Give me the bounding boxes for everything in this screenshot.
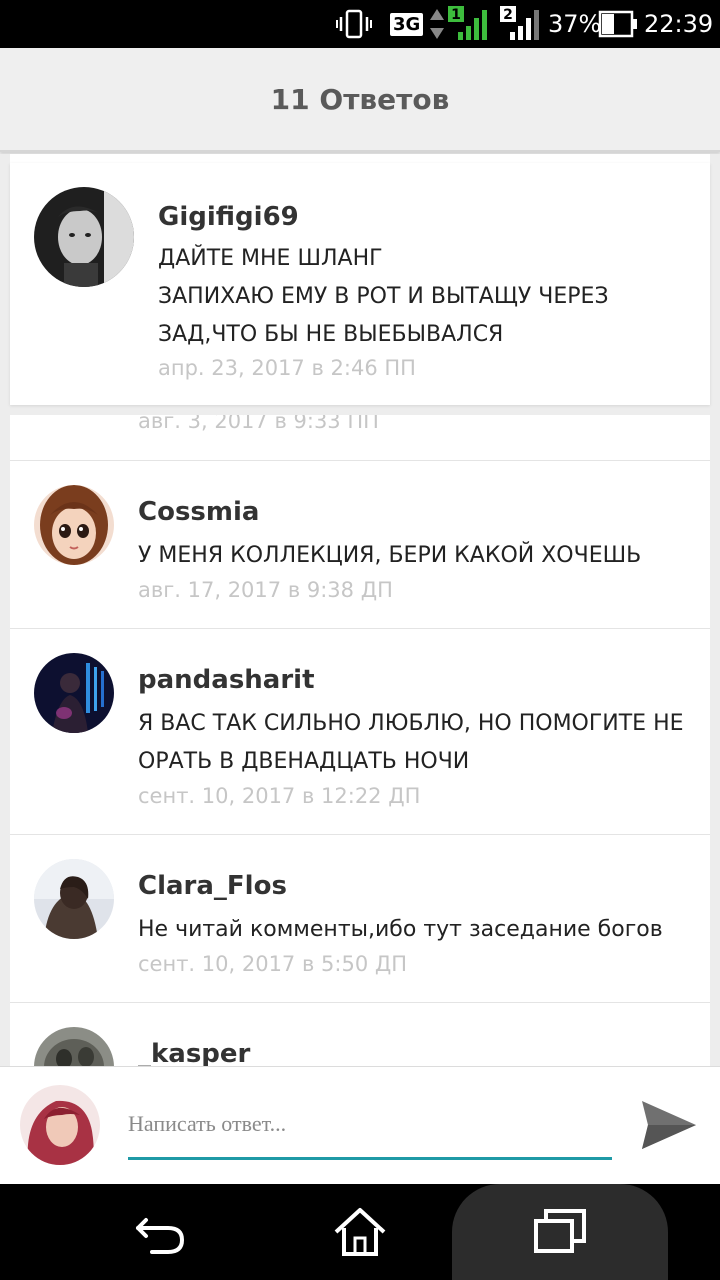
avatar <box>20 1085 100 1165</box>
signal-icon: 1 <box>446 0 488 48</box>
replies-content[interactable]: авг. 3, 2017 в 9:33 ПП Cossmia У МЕНЯ КО… <box>0 154 720 1066</box>
input-underline <box>128 1157 612 1160</box>
username[interactable]: Cossmia <box>138 497 259 527</box>
post-date: апр. 23, 2017 в 2:46 ПП <box>158 356 416 380</box>
reply-line: Я ВАС ТАК СИЛЬНО ЛЮБЛЮ, НО ПОМОГИТЕ НЕ <box>138 711 684 736</box>
app-header: 11 Ответов <box>0 48 720 152</box>
network-type-badge: 3G <box>390 0 424 48</box>
post-line: ЗАД,ЧТО БЫ НЕ ВЫЕБЫВАЛСЯ <box>158 322 504 347</box>
reply-line: ОРАТЬ В ДВЕНАДЦАТЬ НОЧИ <box>138 749 470 774</box>
status-bar: 3G 1 2 37% 22:39 <box>0 0 720 48</box>
post-text: ДАЙТЕ МНЕ ШЛАНГ ЗАПИХАЮ ЕМУ В РОТ И ВЫТА… <box>158 240 609 354</box>
username[interactable]: pandasharit <box>138 665 315 695</box>
post-line: ДАЙТЕ МНЕ ШЛАНГ <box>158 246 383 271</box>
avatar[interactable] <box>34 485 114 565</box>
reply-date: авг. 17, 2017 в 9:38 ДП <box>138 578 393 602</box>
compose-bar: Написать ответ... <box>0 1066 720 1184</box>
username[interactable]: Clara_Flos <box>138 871 287 901</box>
avatar[interactable] <box>34 653 114 733</box>
original-post-card[interactable]: Gigifigi69 ДАЙТЕ МНЕ ШЛАНГ ЗАПИХАЮ ЕМУ В… <box>10 163 710 405</box>
list-item[interactable]: _kasper <box>10 1003 710 1066</box>
svg-text:2: 2 <box>503 7 513 23</box>
list-item[interactable]: pandasharit Я ВАС ТАК СИЛЬНО ЛЮБЛЮ, НО П… <box>10 629 710 834</box>
battery-icon <box>598 0 638 48</box>
send-icon[interactable] <box>638 1097 698 1158</box>
svg-text:1: 1 <box>451 7 461 23</box>
username[interactable]: _kasper <box>138 1039 250 1066</box>
recents-icon[interactable] <box>452 1184 668 1280</box>
signal-icon: 2 <box>498 0 540 48</box>
battery-percent: 37% <box>548 10 602 38</box>
list-item[interactable]: Clara_Flos Не читай комменты,ибо тут зас… <box>10 835 710 1002</box>
avatar[interactable] <box>34 1027 114 1066</box>
back-icon[interactable] <box>110 1184 210 1280</box>
avatar[interactable] <box>34 187 134 287</box>
clock: 22:39 <box>644 10 714 38</box>
reply-text: Не читай комменты,ибо тут заседание бого… <box>138 911 663 949</box>
reply-line: У МЕНЯ КОЛЛЕКЦИЯ, БЕРИ КАКОЙ ХОЧЕШЬ <box>138 543 642 568</box>
home-icon[interactable] <box>310 1184 410 1280</box>
username[interactable]: Gigifigi69 <box>158 202 299 232</box>
list-item[interactable]: Cossmia У МЕНЯ КОЛЛЕКЦИЯ, БЕРИ КАКОЙ ХОЧ… <box>10 461 710 628</box>
system-nav-bar <box>0 1184 720 1280</box>
page-title: 11 Ответов <box>270 82 450 116</box>
data-arrows-icon <box>428 0 446 48</box>
reply-date: сент. 10, 2017 в 12:22 ДП <box>138 784 421 808</box>
reply-input[interactable]: Написать ответ... <box>128 1111 286 1137</box>
reply-date: сент. 10, 2017 в 5:50 ДП <box>138 952 408 976</box>
avatar[interactable] <box>34 859 114 939</box>
reply-text: Я ВАС ТАК СИЛЬНО ЛЮБЛЮ, НО ПОМОГИТЕ НЕ О… <box>138 705 684 781</box>
vibrate-icon <box>336 0 372 48</box>
section-gap <box>0 405 720 415</box>
reply-text: У МЕНЯ КОЛЛЕКЦИЯ, БЕРИ КАКОЙ ХОЧЕШЬ <box>138 537 641 575</box>
post-line: ЗАПИХАЮ ЕМУ В РОТ И ВЫТАЩУ ЧЕРЕЗ <box>158 284 609 309</box>
reply-line: Не читай комменты,ибо тут заседание бого… <box>138 917 663 942</box>
